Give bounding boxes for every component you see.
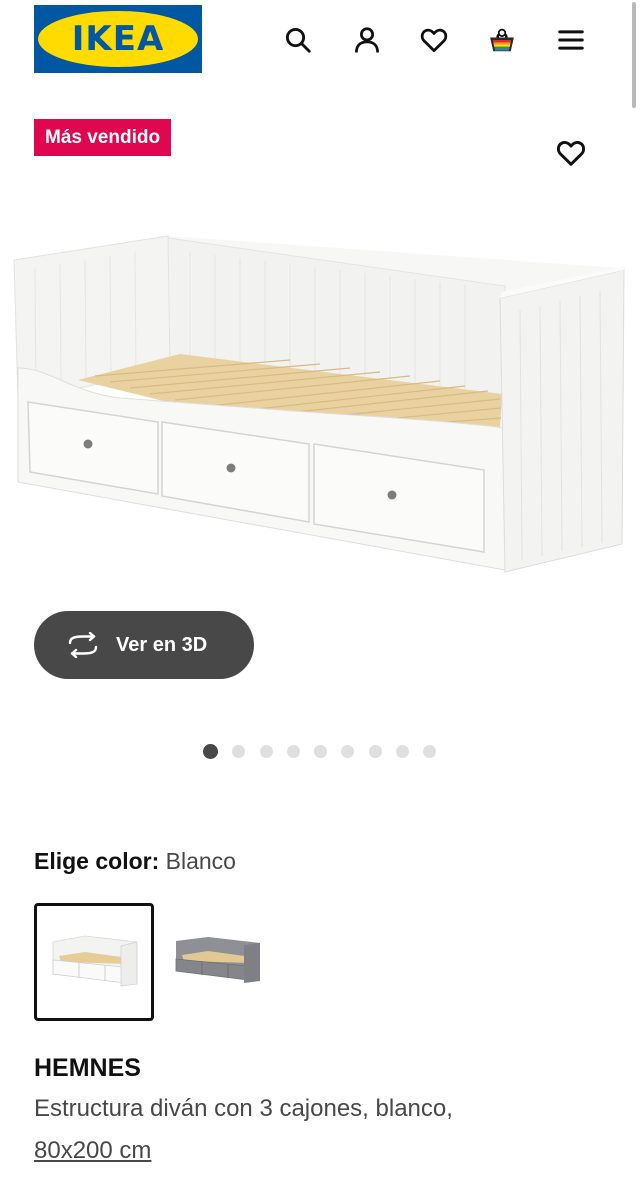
page-scrollbar[interactable]: [632, 2, 636, 108]
gallery-dot[interactable]: [341, 744, 355, 758]
view-in-3d-label: Ver en 3D: [116, 633, 208, 656]
gallery-dot[interactable]: [423, 744, 437, 758]
site-header: IKEA: [0, 0, 640, 80]
gallery-dot[interactable]: [259, 744, 273, 758]
color-swatch-grey[interactable]: [156, 903, 276, 1021]
gallery-dot[interactable]: [203, 743, 218, 759]
ikea-logo[interactable]: IKEA: [34, 5, 202, 73]
heart-icon[interactable]: [414, 20, 454, 60]
gallery-dot[interactable]: [368, 744, 382, 758]
gallery-dot[interactable]: [232, 744, 246, 758]
rotate-3d-icon: [68, 632, 98, 658]
color-value: Blanco: [165, 848, 236, 874]
color-label: Elige color:: [34, 848, 160, 874]
view-in-3d-button[interactable]: Ver en 3D: [34, 611, 254, 679]
bestseller-badge: Más vendido: [34, 119, 172, 156]
cart-icon[interactable]: [482, 20, 522, 60]
user-icon[interactable]: [347, 20, 387, 60]
logo-wordmark: IKEA: [71, 19, 165, 59]
search-icon[interactable]: [278, 20, 318, 60]
color-selector-heading: Elige color: Blanco: [34, 848, 236, 875]
product-image[interactable]: [0, 200, 640, 620]
product-description: Estructura diván con 3 cajones, blanco,: [34, 1095, 453, 1122]
menu-icon[interactable]: [551, 20, 591, 60]
product-size-link[interactable]: 80x200 cm: [34, 1137, 151, 1165]
color-swatch-white[interactable]: [34, 903, 154, 1021]
gallery-dot[interactable]: [286, 744, 300, 758]
product-name: HEMNES: [34, 1054, 141, 1082]
gallery-dot[interactable]: [396, 744, 410, 758]
product-favorite-icon[interactable]: [550, 133, 592, 173]
gallery-dot[interactable]: [314, 744, 328, 758]
gallery-pagination: [203, 743, 451, 759]
